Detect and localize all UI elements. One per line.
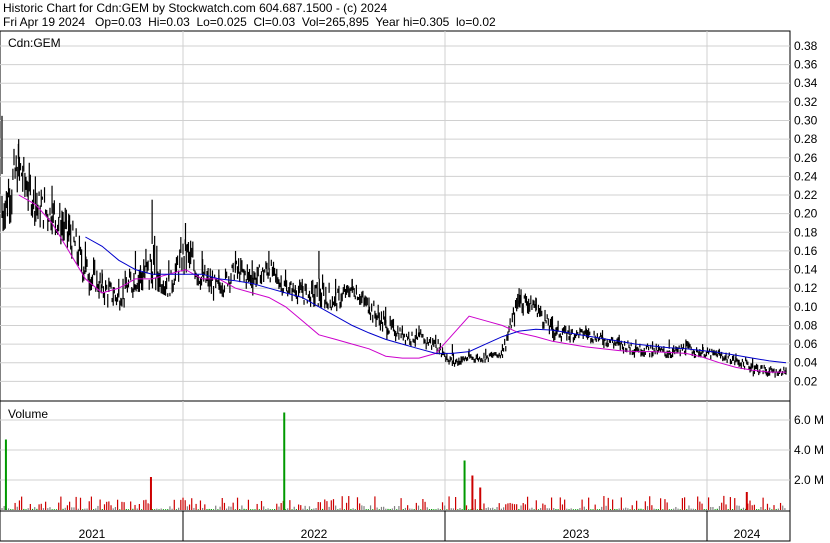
price-tick-label: 0.18: [794, 225, 818, 239]
year-label: 2024: [734, 527, 761, 541]
price-tick-label: 0.34: [794, 76, 818, 90]
year-label: 2022: [301, 527, 328, 541]
price-frame: [0, 30, 791, 402]
price-tick-label: 0.28: [794, 132, 818, 146]
price-tick-label: 0.32: [794, 95, 818, 109]
year-label: 2023: [563, 527, 590, 541]
time-axis-frame: [0, 510, 791, 542]
price-tick-label: 0.38: [794, 39, 818, 53]
volume-frame: [0, 400, 791, 512]
price-tick-label: 0.24: [794, 169, 818, 183]
year-label: 2021: [79, 527, 106, 541]
price-tick-label: 0.36: [794, 58, 818, 72]
price-tick-label: 0.12: [794, 281, 818, 295]
price-tick-label: 0.06: [794, 337, 818, 351]
price-tick-label: 0.22: [794, 188, 818, 202]
price-tick-label: 0.10: [794, 300, 818, 314]
price-tick-label: 0.14: [794, 263, 818, 277]
price-tick-label: 0.02: [794, 374, 818, 388]
price-y-axis: 0.02 0.04 0.06 0.08 0.10 0.12 0.14 0.16 0.18 0.20…: [794, 39, 818, 388]
volume-panel-title: Volume: [8, 407, 48, 421]
price-tick-label: 0.16: [794, 244, 818, 258]
volume-tick-label: 6.0 M: [794, 413, 824, 427]
volume-tick-label: 2.0 M: [794, 473, 824, 487]
time-axis: 2021 2022 2023 2024: [0, 510, 791, 542]
historic-stock-chart: Cdn:GEM 0.02 0.04 0.06 0.08 0.10 0.12 0.14 0.16…: [0, 30, 824, 542]
price-tick-label: 0.04: [794, 356, 818, 370]
price-panel-title: Cdn:GEM: [8, 36, 61, 50]
price-panel: Cdn:GEM 0.02 0.04 0.06 0.08 0.10 0.12 0.14 0.16…: [0, 30, 818, 402]
price-tick-label: 0.20: [794, 207, 818, 221]
volume-panel: Volume 2.0 M 4.0 M 6.0 M: [0, 400, 824, 512]
volume-y-axis: 2.0 M 4.0 M 6.0 M: [794, 413, 824, 487]
volume-tick-label: 4.0 M: [794, 443, 824, 457]
price-tick-label: 0.30: [794, 114, 818, 128]
price-tick-label: 0.08: [794, 318, 818, 332]
price-tick-label: 0.26: [794, 151, 818, 165]
